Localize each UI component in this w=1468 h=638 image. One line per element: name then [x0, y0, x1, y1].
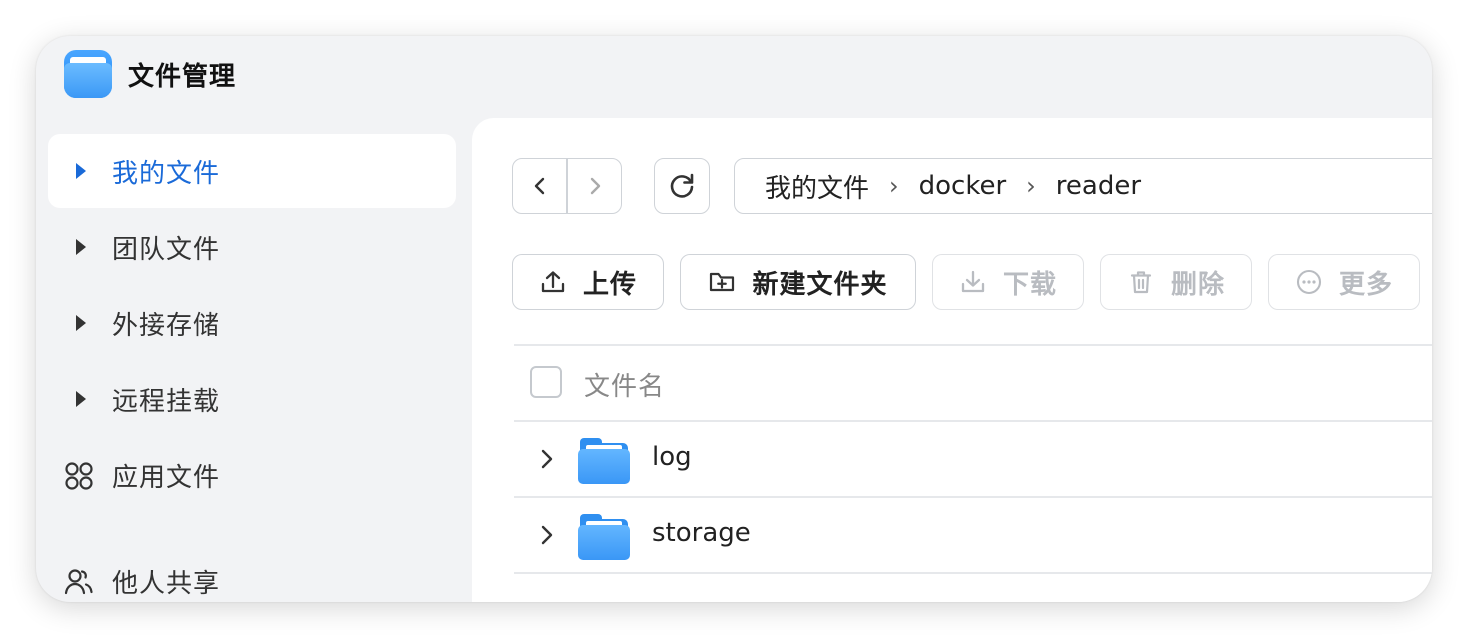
trash-icon [1127, 268, 1155, 296]
apps-grid-icon [65, 462, 93, 490]
sidebar-item-label: 外接存储 [112, 310, 221, 341]
sidebar-item-label: 团队文件 [112, 234, 221, 265]
upload-icon [539, 268, 567, 296]
app-title: 文件管理 [128, 62, 237, 92]
delete-button[interactable]: 删除 [1100, 254, 1252, 310]
breadcrumb-item[interactable]: docker [919, 171, 1007, 201]
sidebar-item-my-files[interactable]: 我的文件 [48, 134, 456, 208]
folder-icon [578, 512, 630, 560]
file-name[interactable]: storage [652, 518, 751, 548]
expand-chevron-icon[interactable] [536, 446, 558, 472]
sidebar-item-app-files[interactable]: 应用文件 [48, 438, 456, 512]
title-bar: 文件管理 [36, 36, 1432, 116]
expand-chevron-icon[interactable] [536, 522, 558, 548]
new-folder-label: 新建文件夹 [752, 269, 888, 300]
download-icon [959, 268, 987, 296]
chevron-left-icon [534, 177, 545, 195]
caret-right-icon [76, 163, 86, 179]
breadcrumb-item[interactable]: reader [1056, 171, 1141, 201]
forward-button[interactable] [568, 159, 622, 213]
more-button[interactable]: 更多 [1268, 254, 1420, 310]
new-folder-button[interactable]: 新建文件夹 [680, 254, 916, 310]
users-icon [64, 569, 93, 595]
sidebar-item-remote-mount[interactable]: 远程挂载 [48, 362, 456, 436]
download-label: 下载 [1002, 269, 1057, 300]
column-header-name[interactable]: 文件名 [584, 366, 665, 403]
history-nav [512, 158, 622, 214]
file-manager-app-icon [64, 50, 112, 98]
sidebar-item-label: 远程挂载 [112, 386, 221, 417]
main-panel: 我的文件 › docker › reader 上传 新建文件夹 下载 删除 更多… [472, 118, 1432, 602]
back-button[interactable] [513, 159, 567, 213]
sidebar-item-external-storage[interactable]: 外接存储 [48, 286, 456, 360]
refresh-button[interactable] [654, 158, 710, 214]
sidebar: 我的文件 团队文件 外接存储 远程挂载 应用文件 他人共享 [36, 116, 472, 602]
more-icon [1295, 268, 1323, 296]
table-row[interactable]: log [514, 422, 1432, 498]
upload-button[interactable]: 上传 [512, 254, 664, 310]
select-all-checkbox[interactable] [530, 366, 562, 398]
caret-right-icon [76, 391, 86, 407]
folder-plus-icon [708, 268, 736, 296]
delete-label: 删除 [1170, 269, 1225, 300]
download-button[interactable]: 下载 [932, 254, 1084, 310]
more-label: 更多 [1338, 269, 1393, 300]
sidebar-item-team-files[interactable]: 团队文件 [48, 210, 456, 284]
caret-right-icon [76, 315, 86, 331]
breadcrumb-separator: › [889, 172, 899, 200]
breadcrumb-separator: › [1026, 172, 1036, 200]
folder-icon [578, 436, 630, 484]
upload-label: 上传 [582, 269, 637, 300]
sidebar-item-label: 应用文件 [112, 462, 221, 493]
table-row[interactable]: storage [514, 498, 1432, 574]
chevron-right-icon [590, 177, 601, 195]
file-name[interactable]: log [652, 442, 692, 472]
refresh-icon [670, 173, 694, 198]
sidebar-item-label: 他人共享 [112, 568, 221, 599]
app-window: 文件管理 我的文件 团队文件 外接存储 远程挂载 应用文件 他人共享 我的文件 … [36, 36, 1432, 602]
sidebar-item-label: 我的文件 [112, 158, 221, 189]
breadcrumb-item[interactable]: 我的文件 [765, 168, 869, 205]
sidebar-item-shared-with-me[interactable]: 他人共享 [48, 544, 456, 602]
breadcrumb: 我的文件 › docker › reader [734, 158, 1432, 214]
table-header: 文件名 [514, 346, 1432, 422]
caret-right-icon [76, 239, 86, 255]
